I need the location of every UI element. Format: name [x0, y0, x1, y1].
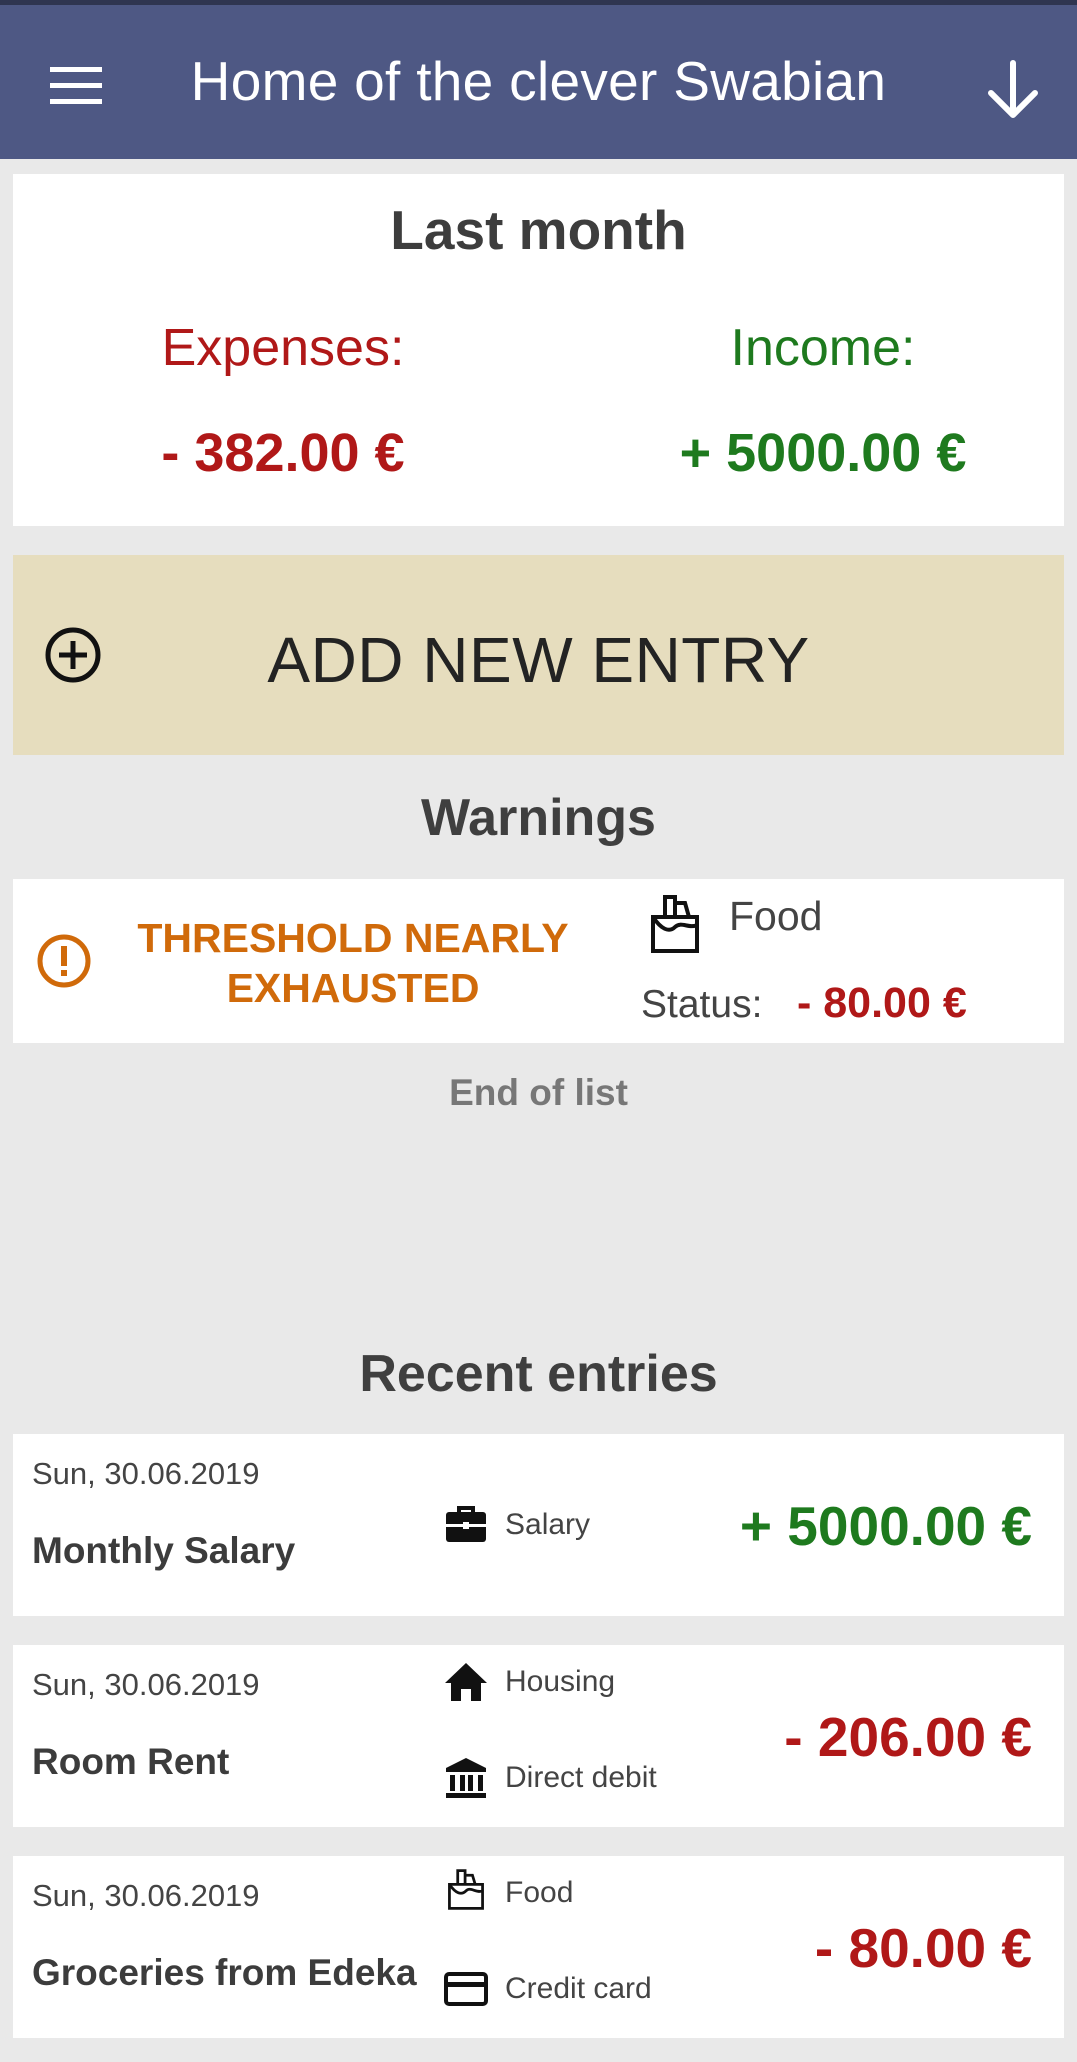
entry-category: Housing — [505, 1665, 616, 1698]
entry-category: Salary — [505, 1508, 591, 1541]
end-of-list-text: End of list — [449, 1072, 628, 1113]
warnings-title: Warnings — [421, 789, 656, 847]
arrow-down-icon[interactable] — [975, 57, 1051, 123]
warning-message: THRESHOLD NEARLY EXHAUSTED — [137, 915, 569, 1011]
entry-name: Monthly Salary — [32, 1530, 296, 1571]
home-icon — [445, 1663, 487, 1701]
warning-category: Food — [729, 893, 823, 939]
add-new-entry-label: ADD NEW ENTRY — [267, 624, 810, 696]
app-title: Home of the clever Swabian — [190, 50, 887, 112]
grocery-bag-icon — [651, 895, 699, 953]
last-month-summary: Last month Expenses: Income: - 382.00 € … — [13, 174, 1064, 526]
entry-date: Sun, 30.06.2019 — [32, 1456, 260, 1491]
warning-status-value: - 80.00 € — [797, 979, 967, 1027]
entry-payment-method: Direct debit — [505, 1761, 657, 1794]
income-label: Income: — [730, 319, 916, 377]
grocery-bag-icon — [448, 1869, 484, 1910]
recent-entries-title: Recent entries — [359, 1345, 718, 1403]
income-value: + 5000.00 € — [679, 423, 967, 483]
entry-amount: - 80.00 € — [814, 1917, 1032, 1979]
briefcase-icon — [446, 1506, 486, 1542]
entry-amount: + 5000.00 € — [739, 1495, 1032, 1557]
entry-date: Sun, 30.06.2019 — [32, 1667, 260, 1702]
expenses-label: Expenses: — [161, 319, 405, 377]
entry-amount: - 206.00 € — [784, 1706, 1032, 1768]
app-bar: Home of the clever Swabian — [0, 5, 1077, 159]
alert-circle-icon — [37, 934, 91, 988]
entry-row[interactable]: Sun, 30.06.2019 Room Rent Housing Direct… — [13, 1645, 1064, 1827]
credit-card-icon — [444, 1972, 488, 2006]
expenses-value: - 382.00 € — [161, 423, 405, 483]
entry-row[interactable]: Sun, 30.06.2019 Monthly Salary Salary + … — [13, 1434, 1064, 1616]
entry-row[interactable]: Sun, 30.06.2019 Groceries from Edeka Foo… — [13, 1856, 1064, 2038]
warning-item[interactable]: THRESHOLD NEARLY EXHAUSTED Food Status: … — [13, 879, 1064, 1043]
entry-name: Groceries from Edeka — [32, 1952, 417, 1993]
warning-status-label: Status: — [641, 983, 763, 1026]
entry-date: Sun, 30.06.2019 — [32, 1878, 260, 1913]
summary-heading: Last month — [390, 199, 687, 261]
entry-category: Food — [505, 1876, 574, 1909]
entry-payment-method: Credit card — [505, 1972, 652, 2005]
add-new-entry-button[interactable]: ADD NEW ENTRY — [13, 555, 1064, 755]
entry-name: Room Rent — [32, 1741, 230, 1782]
bank-icon — [446, 1758, 486, 1798]
